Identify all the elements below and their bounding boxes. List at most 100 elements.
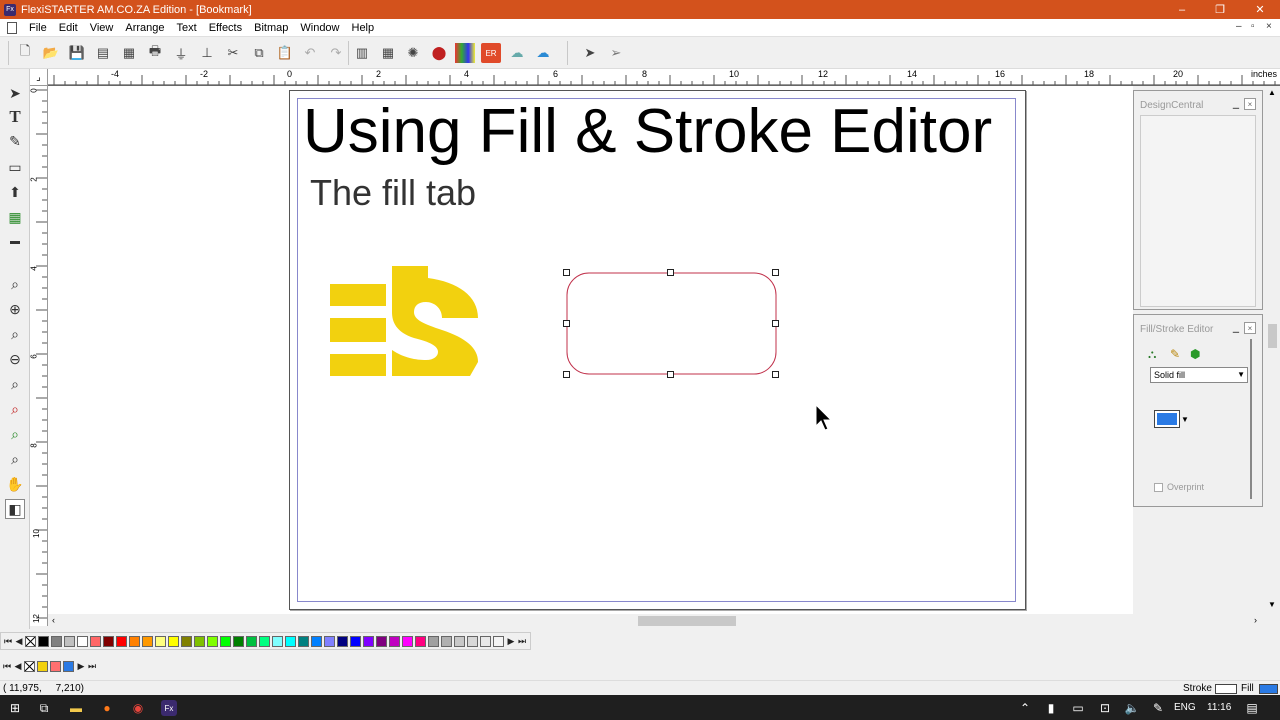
menu-text[interactable]: Text bbox=[171, 22, 203, 34]
selection-handle[interactable] bbox=[563, 371, 570, 378]
menu-effects[interactable]: Effects bbox=[203, 22, 248, 34]
zoom-in-icon[interactable]: ⊕ bbox=[5, 299, 25, 319]
paste-icon[interactable]: 📋 bbox=[275, 43, 295, 63]
palette-color-swatch[interactable] bbox=[64, 635, 75, 647]
open-icon[interactable]: 📂 bbox=[41, 43, 61, 63]
measure-tool-icon[interactable]: ▬ bbox=[5, 231, 25, 251]
menu-window[interactable]: Window bbox=[294, 22, 345, 34]
menu-help[interactable]: Help bbox=[346, 22, 381, 34]
minimize-button[interactable]: – bbox=[1162, 0, 1202, 19]
palette-color-swatch[interactable] bbox=[233, 635, 244, 647]
mdi-minimize-button[interactable]: – bbox=[1236, 21, 1242, 32]
grid-tool-icon[interactable]: ▦ bbox=[5, 207, 25, 227]
fill-color-button[interactable] bbox=[1154, 410, 1180, 428]
effects-icon[interactable]: ER bbox=[481, 43, 501, 63]
palette-color-swatch[interactable] bbox=[38, 635, 49, 647]
palette-color-swatch[interactable] bbox=[194, 635, 205, 647]
subheading-text-object[interactable]: The fill tab bbox=[310, 172, 476, 214]
palette-color-swatch[interactable] bbox=[467, 635, 478, 647]
selection-handle[interactable] bbox=[772, 269, 779, 276]
task-view-icon[interactable]: ⧉ bbox=[36, 700, 52, 716]
scroll-right-icon[interactable]: › bbox=[1254, 615, 1257, 625]
panel-minimize-button[interactable]: ▁ bbox=[1230, 98, 1242, 110]
palette-color-swatch[interactable] bbox=[311, 635, 322, 647]
zoom-page-icon[interactable]: ⌕ bbox=[5, 324, 25, 344]
palette-color-swatch[interactable] bbox=[259, 635, 270, 647]
palette-color-swatch[interactable] bbox=[324, 635, 335, 647]
palette-color-swatch[interactable] bbox=[272, 635, 283, 647]
new-document-icon[interactable]: 🗋 bbox=[15, 43, 35, 63]
menu-bitmap[interactable]: Bitmap bbox=[248, 22, 294, 34]
vertical-ruler[interactable]: 0 2 4 6 8 10 12 bbox=[30, 86, 48, 626]
palette-color-swatch[interactable] bbox=[168, 635, 179, 647]
close-button[interactable]: ✕ bbox=[1240, 0, 1280, 19]
palette-first-icon[interactable]: ⏮ bbox=[3, 635, 13, 647]
node-select-icon[interactable]: ➢ bbox=[606, 43, 626, 63]
menu-file[interactable]: File bbox=[23, 22, 53, 34]
print-icon[interactable]: 🖶 bbox=[145, 43, 165, 63]
zoom-previous-icon[interactable]: ⌕ bbox=[5, 424, 25, 444]
arrange-icon[interactable]: ▦ bbox=[378, 43, 398, 63]
panel-close-button[interactable]: × bbox=[1244, 98, 1256, 110]
palette-color-swatch[interactable] bbox=[350, 635, 361, 647]
maximize-button[interactable]: ❐ bbox=[1200, 0, 1240, 19]
mdi-restore-button[interactable]: ▫ bbox=[1251, 21, 1255, 32]
docpalette-prev-icon[interactable]: ◀ bbox=[13, 660, 23, 672]
stroke-status-swatch[interactable] bbox=[1215, 684, 1237, 694]
no-color-swatch[interactable] bbox=[25, 635, 36, 647]
clock[interactable]: 11:16 bbox=[1207, 702, 1231, 713]
flexi-taskbar-icon[interactable]: Fx bbox=[161, 700, 177, 716]
effects-tab-icon[interactable]: ⬢ bbox=[1190, 347, 1200, 361]
rectangle-tool-icon[interactable]: ▭ bbox=[5, 157, 25, 177]
cut-icon[interactable]: ✂ bbox=[223, 43, 243, 63]
select-arrow-icon[interactable]: ➤ bbox=[580, 43, 600, 63]
color-dropdown-arrow-icon[interactable]: ▼ bbox=[1181, 415, 1189, 424]
palette-color-swatch[interactable] bbox=[389, 635, 400, 647]
cut-output-icon[interactable]: ⏚ bbox=[171, 43, 191, 63]
palette-color-swatch[interactable] bbox=[298, 635, 309, 647]
file-explorer-icon[interactable]: ▬ bbox=[68, 700, 84, 716]
zoom-out-icon[interactable]: ⊖ bbox=[5, 349, 25, 369]
palette-color-swatch[interactable] bbox=[103, 635, 114, 647]
panel-minimize-button[interactable]: ▁ bbox=[1230, 322, 1242, 334]
docpalette-last-icon[interactable]: ⏭ bbox=[87, 660, 97, 672]
palette-color-swatch[interactable] bbox=[285, 635, 296, 647]
palette-color-swatch[interactable] bbox=[337, 635, 348, 647]
fs-logo-shape[interactable] bbox=[330, 266, 482, 378]
palette-color-swatch[interactable] bbox=[402, 635, 413, 647]
redo-icon[interactable]: ↷ bbox=[326, 43, 346, 63]
palette-color-swatch[interactable] bbox=[454, 635, 465, 647]
language-indicator[interactable]: ENG bbox=[1174, 702, 1196, 713]
palette-color-swatch[interactable] bbox=[51, 635, 62, 647]
docpalette-first-icon[interactable]: ⏮ bbox=[2, 660, 12, 672]
ruler-origin[interactable]: ⌟ bbox=[30, 69, 48, 86]
palette-color-swatch[interactable] bbox=[220, 635, 231, 647]
document-color-swatch[interactable] bbox=[37, 660, 48, 672]
copy-icon[interactable]: ⧉ bbox=[249, 43, 269, 63]
menu-view[interactable]: View bbox=[84, 22, 120, 34]
network-icon[interactable]: ⊡ bbox=[1097, 700, 1113, 716]
palette-color-swatch[interactable] bbox=[493, 635, 504, 647]
palette-color-swatch[interactable] bbox=[155, 635, 166, 647]
volume-icon[interactable]: 🔈 bbox=[1124, 700, 1140, 716]
vertical-scroll-thumb[interactable] bbox=[1268, 324, 1277, 348]
palette-color-swatch[interactable] bbox=[181, 635, 192, 647]
horizontal-scrollbar[interactable]: ‹ › bbox=[48, 614, 1265, 628]
docpalette-next-icon[interactable]: ▶ bbox=[76, 660, 86, 672]
pen-icon[interactable]: ✎ bbox=[1150, 700, 1166, 716]
document-icon[interactable] bbox=[7, 21, 17, 34]
no-color-swatch[interactable] bbox=[24, 660, 35, 672]
chrome-icon[interactable]: ◉ bbox=[130, 700, 146, 716]
undo-icon[interactable]: ↶ bbox=[300, 43, 320, 63]
align-icon[interactable]: ▥ bbox=[352, 43, 372, 63]
cloud-icon[interactable]: ☁ bbox=[507, 43, 527, 63]
palette-color-swatch[interactable] bbox=[415, 635, 426, 647]
selection-handle[interactable] bbox=[563, 269, 570, 276]
selection-handle[interactable] bbox=[772, 320, 779, 327]
palette-color-swatch[interactable] bbox=[376, 635, 387, 647]
menu-arrange[interactable]: Arrange bbox=[119, 22, 170, 34]
import-icon[interactable]: ▦ bbox=[119, 43, 139, 63]
text-tool-icon[interactable]: T bbox=[5, 107, 25, 127]
show-hidden-icons-icon[interactable]: ⌃ bbox=[1017, 700, 1033, 716]
fill-stroke-tool-icon[interactable]: ◧ bbox=[5, 499, 25, 519]
